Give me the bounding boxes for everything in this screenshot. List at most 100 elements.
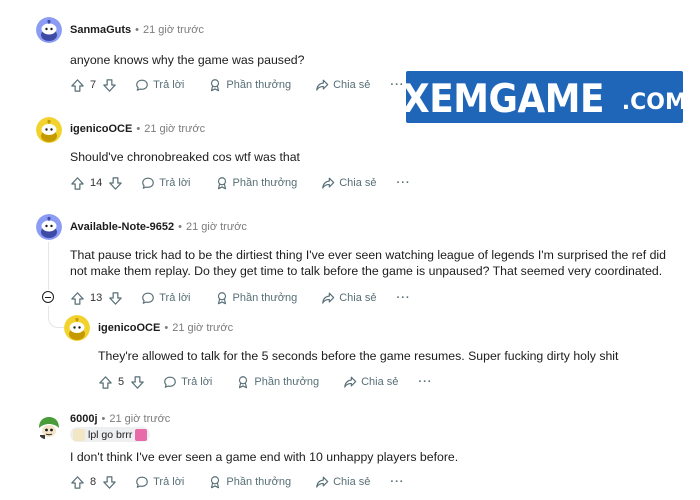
comment-actions: 13 Trả lời Phần thưởng Chia sẻ ··· [70, 288, 411, 308]
reply-button[interactable]: Trả lời [141, 291, 191, 305]
award-button[interactable]: Phần thưởng [215, 291, 298, 305]
comment-text: That pause trick had to be the dirtiest … [70, 248, 666, 278]
comment-actions: 7 Trả lời Phần thưởng Chia sẻ ··· [70, 75, 404, 95]
upvote-icon[interactable] [70, 475, 85, 490]
share-label: Chia sẻ [361, 376, 399, 388]
downvote-icon[interactable] [102, 475, 117, 490]
timestamp[interactable]: 21 giờ trước [109, 413, 170, 425]
meta-separator: • [101, 413, 106, 425]
upvote-icon[interactable] [98, 375, 113, 390]
comment-actions: 5 Trả lời Phần thưởng Chia sẻ ··· [98, 372, 432, 392]
collapse-thread-icon[interactable] [42, 291, 54, 303]
meta-separator: • [178, 221, 182, 233]
flair-character-icon [135, 428, 148, 441]
share-label: Chia sẻ [333, 476, 371, 488]
reply-icon [135, 475, 149, 489]
reply-button[interactable]: Trả lời [135, 78, 184, 92]
timestamp[interactable]: 21 giờ trước [172, 322, 233, 334]
timestamp[interactable]: 21 giờ trước [186, 221, 247, 233]
downvote-icon[interactable] [102, 78, 117, 93]
username-link[interactable]: 6000j [70, 413, 98, 425]
award-label: Phần thưởng [226, 476, 292, 488]
more-options-button[interactable]: ··· [418, 376, 432, 388]
username-link[interactable]: igenicoOCE [70, 123, 132, 135]
comment-meta: igenicoOCE • 21 giờ trước [98, 322, 233, 334]
award-icon [208, 475, 222, 489]
award-label: Phần thưởng [232, 292, 298, 304]
thread-connector [48, 306, 64, 328]
downvote-icon[interactable] [108, 176, 123, 191]
downvote-icon[interactable] [108, 291, 123, 306]
timestamp[interactable]: 21 giờ trước [144, 123, 205, 135]
reply-icon [163, 375, 177, 389]
share-button[interactable]: Chia sẻ [315, 475, 370, 489]
logo-suffix-text: .COM [621, 90, 687, 115]
share-icon [321, 176, 335, 190]
username-link[interactable]: SanmaGuts [70, 24, 131, 36]
award-icon [236, 375, 250, 389]
avatar[interactable] [36, 414, 62, 440]
avatar[interactable] [36, 214, 62, 240]
username-link[interactable]: Available-Note-9652 [70, 221, 174, 233]
share-button[interactable]: Chia sẻ [315, 78, 370, 92]
flair-text: lpl go brrr [88, 428, 133, 441]
thread-line [48, 242, 49, 290]
award-button[interactable]: Phần thưởng [236, 375, 319, 389]
reply-label: Trả lời [153, 79, 185, 91]
share-label: Chia sẻ [333, 79, 371, 91]
comment-actions: 14 Trả lời Phần thưởng Chia sẻ ··· [70, 173, 411, 193]
share-icon [343, 375, 357, 389]
reply-button[interactable]: Trả lời [141, 176, 191, 190]
comment-meta: SanmaGuts • 21 giờ trước [70, 24, 204, 36]
award-icon [215, 291, 229, 305]
downvote-icon[interactable] [130, 375, 145, 390]
avatar[interactable] [64, 315, 90, 341]
comment-meta: 6000j • 21 giờ trước [70, 413, 170, 425]
reply-icon [135, 78, 149, 92]
vote-count: 13 [90, 292, 103, 304]
upvote-icon[interactable] [70, 176, 85, 191]
snoo-avatar-icon [64, 315, 90, 341]
custom-avatar-icon [36, 414, 62, 440]
share-icon [315, 475, 329, 489]
meta-separator: • [164, 322, 169, 334]
award-button[interactable]: Phần thưởng [208, 475, 291, 489]
award-button[interactable]: Phần thưởng [208, 78, 291, 92]
award-label: Phần thưởng [232, 177, 298, 189]
reply-icon [141, 176, 155, 190]
avatar[interactable] [36, 17, 62, 43]
more-options-button[interactable]: ··· [397, 177, 411, 189]
reply-button[interactable]: Trả lời [163, 375, 212, 389]
meta-separator: • [136, 123, 141, 135]
username-link[interactable]: igenicoOCE [98, 322, 160, 334]
award-icon [215, 176, 229, 190]
comment-text: Should've chronobreaked cos wtf was that [70, 150, 300, 164]
comment-text: anyone knows why the game was paused? [70, 53, 305, 67]
vote-count: 7 [90, 79, 97, 91]
snoo-avatar-icon [36, 214, 62, 240]
avatar[interactable] [36, 117, 62, 143]
share-button[interactable]: Chia sẻ [321, 176, 377, 190]
share-label: Chia sẻ [339, 292, 377, 304]
reply-label: Trả lời [181, 376, 213, 388]
upvote-icon[interactable] [70, 78, 85, 93]
share-icon [321, 291, 335, 305]
more-options-button[interactable]: ··· [390, 476, 404, 488]
comment-meta: Available-Note-9652 • 21 giờ trước [70, 221, 247, 233]
flair-emblem-icon [73, 428, 85, 441]
reply-label: Trả lời [153, 476, 185, 488]
reply-button[interactable]: Trả lời [135, 475, 184, 489]
share-icon [315, 78, 329, 92]
more-options-button[interactable]: ··· [397, 292, 411, 304]
share-button[interactable]: Chia sẻ [321, 291, 377, 305]
reply-label: Trả lời [159, 292, 191, 304]
vote-count: 14 [90, 177, 103, 189]
upvote-icon[interactable] [70, 291, 85, 306]
share-button[interactable]: Chia sẻ [343, 375, 398, 389]
award-button[interactable]: Phần thưởng [215, 176, 298, 190]
snoo-avatar-icon [36, 17, 62, 43]
xemgame-logo: XEMGAME .COM [402, 71, 687, 123]
timestamp[interactable]: 21 giờ trước [143, 24, 204, 36]
more-options-button[interactable]: ··· [390, 79, 404, 91]
comment-meta: igenicoOCE • 21 giờ trước [70, 123, 205, 135]
